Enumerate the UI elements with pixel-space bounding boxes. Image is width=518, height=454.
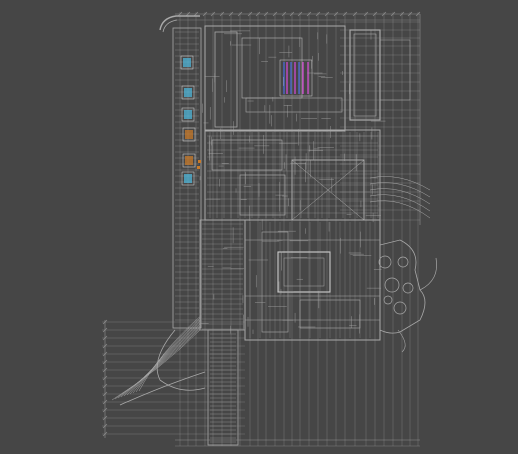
landscape-curve (119, 371, 206, 406)
contour-line (369, 176, 431, 191)
upper-hall (241, 37, 303, 99)
marker-block (198, 160, 201, 163)
contour-line (369, 200, 431, 219)
cad-drawing[interactable] (0, 0, 518, 454)
contour-line (369, 188, 431, 205)
right-tower-inner (353, 33, 377, 117)
planting-circle (383, 295, 393, 305)
site-boundary-curve (419, 257, 437, 291)
site-boundary-curve (397, 329, 406, 353)
planting-circle (393, 301, 407, 315)
service-riser-zone (279, 59, 313, 97)
landscape-curve (135, 317, 201, 393)
corner-curve (162, 19, 178, 33)
site-boundary-curve (379, 239, 426, 334)
equipment-block (184, 174, 192, 183)
equipment-block (183, 58, 191, 67)
right-tower-outer (349, 29, 381, 121)
marker-block (197, 166, 200, 169)
landscape-curve (123, 323, 201, 397)
south-stair-block (207, 329, 239, 446)
cad-viewport[interactable] (0, 0, 518, 454)
middle-block-west (211, 139, 283, 171)
upper-corridor (245, 97, 343, 113)
equipment-block (185, 130, 193, 139)
equipment-block (185, 156, 193, 165)
planting-circle (384, 277, 400, 293)
planting-circle (378, 255, 392, 269)
planting-circle (402, 282, 414, 294)
equipment-block (184, 110, 192, 119)
west-corridor-block (199, 219, 246, 331)
equipment-block (184, 88, 192, 97)
upper-building-core (214, 31, 238, 128)
planting-circle (397, 256, 409, 268)
